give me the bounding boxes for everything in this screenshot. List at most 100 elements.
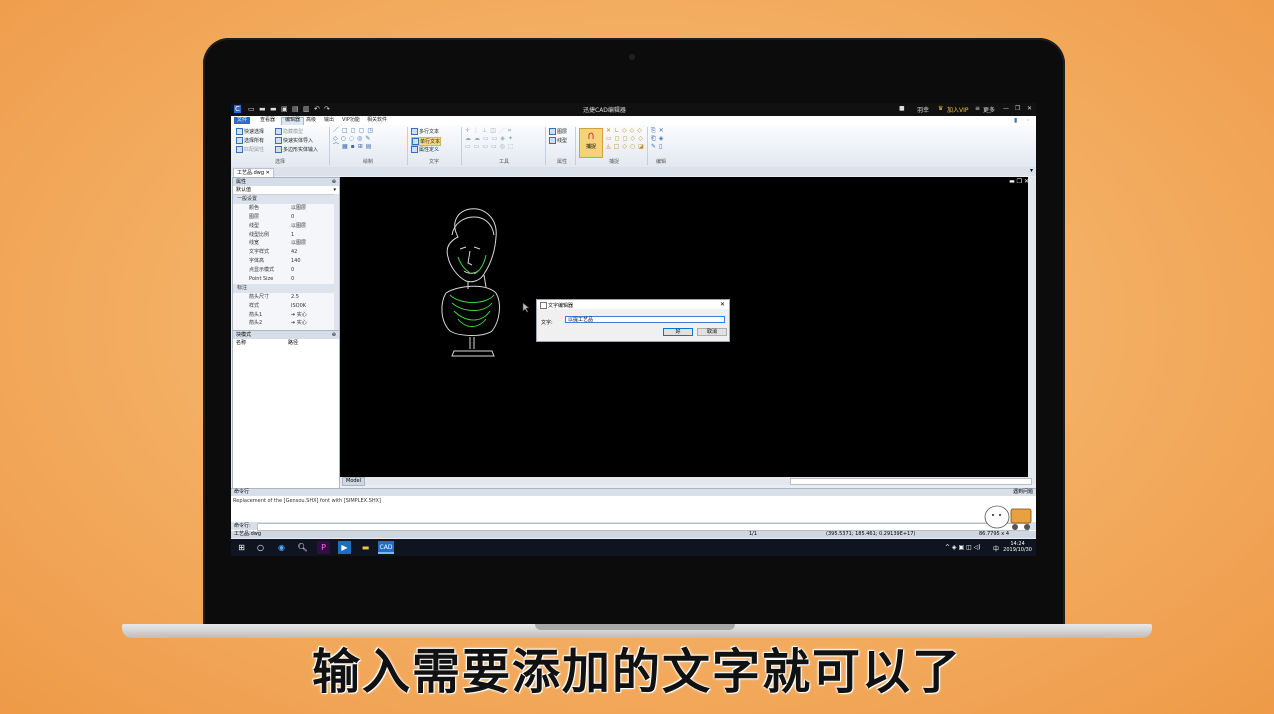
property-value[interactable]: ➔ 实心 [291,311,307,320]
clock[interactable]: 14:24 2019/10/30 [1003,541,1032,553]
search-app-icon[interactable]: 🔍︎ [296,541,309,554]
laptop-notch [535,624,735,630]
video-app-icon[interactable]: ▶ [338,541,351,554]
close-icon[interactable]: ✕ [1027,105,1032,112]
property-row[interactable]: 箭头尺寸 2.5 [233,293,339,302]
property-row[interactable]: 箭头1 ➔ 实心 [233,311,339,320]
property-value[interactable]: 140 [291,257,301,266]
property-value[interactable]: ➔ 实心 [291,319,307,328]
property-value[interactable]: 0 [291,266,294,275]
folder-icon[interactable]: ▬ [270,105,277,113]
menu-advanced[interactable]: 高级 [303,117,319,124]
tray-icons[interactable]: ^ ◈ ▣ ◫ ◁) [945,544,981,551]
linetype-button[interactable]: 线型 [549,137,567,144]
menu-viewer[interactable]: 查看器 [257,117,278,124]
help-icon[interactable]: ▮ [1014,117,1021,125]
more-button[interactable]: 更多 [983,105,995,114]
property-value[interactable]: ISO0K [291,302,306,311]
model-tab[interactable]: Model [342,477,366,486]
property-value[interactable]: 2.5 [291,293,299,302]
menu-icon[interactable]: ≡ [975,105,980,112]
column-path[interactable]: 路径 [288,339,298,347]
property-key: 线宽 [249,240,260,247]
layer-button[interactable]: 图层 [549,128,567,135]
new-file-icon[interactable]: ▭ [248,105,255,113]
property-row[interactable]: 线型比例 1 [233,231,339,240]
property-row[interactable]: Point Size 0 [233,275,339,284]
quick-select-button[interactable]: 快速选择 [236,128,264,135]
property-row[interactable]: 字体高 140 [233,257,339,266]
input-language[interactable]: 中 [993,544,999,553]
property-value[interactable]: 0 [291,275,294,284]
draw-tools-grid[interactable]: ／□◻▢◳ ◇○◌◎✎ ⌒▦▪⊞▤ [333,127,376,151]
menu-related-software[interactable]: 相关软件 [364,117,390,124]
select-all-button[interactable]: 选择所有 [236,137,264,144]
property-value[interactable]: 以图层 [291,239,306,248]
mtext-button[interactable]: 多行文本 [411,128,439,135]
properties-scrollbar[interactable] [334,194,339,330]
minimize-icon[interactable]: — [1003,105,1009,112]
user-name[interactable]: 羽幸 [917,105,929,114]
properties-selector[interactable]: 默认值 ▾ [233,186,339,195]
canvas-bottom-bar: Model [340,477,1032,486]
property-row[interactable]: 样式 ISO0K [233,302,339,311]
tools-grid[interactable]: ✛⋮⊥◫⋰⌗ ☁☁▭▭◈✦ ▭▭▭▭◎⬚ [465,127,517,151]
windows-start-icon[interactable]: ⊞ [235,541,248,554]
open-folder-icon[interactable]: ▬ [259,105,266,113]
canvas-horizontal-scrollbar[interactable] [790,478,1032,485]
document-tab[interactable]: 工艺品.dwg ✕ [233,168,274,177]
user-avatar-icon[interactable]: ■ [899,105,905,112]
print-icon[interactable]: ▥ [303,105,310,113]
property-row[interactable]: 颜色 以图层 [233,204,339,213]
property-value[interactable]: 1 [291,231,294,240]
save-icon[interactable]: ▣ [281,105,288,113]
menu-output[interactable]: 输出 [321,117,337,124]
attribute-define-button[interactable]: 属性定义 [411,146,439,153]
property-row[interactable]: 线型 以图层 [233,222,339,231]
property-row[interactable]: 点显示模式 0 [233,266,339,275]
capture-button[interactable]: ∩ 捕捉 [579,128,603,158]
search-icon[interactable]: ○ [254,541,267,554]
command-input[interactable] [257,523,1029,531]
join-vip-button[interactable]: 加入VIP [947,105,969,114]
snap-tools-grid[interactable]: ✕∟◇◇◇ ▭◻◻◇◇ ◬□◇○◪ [606,127,647,151]
polygon-entity-input-button[interactable]: 多边形实体输入 [275,146,318,153]
tab-dropdown-icon[interactable]: ▾ [1030,167,1033,174]
menu-file[interactable]: 文件 [234,117,251,124]
property-category[interactable]: 一般设置 [233,195,339,204]
column-name[interactable]: 名称 [236,339,246,347]
file-explorer-icon[interactable]: ▬ [359,541,372,554]
canvas-window-controls-icon[interactable]: ▬ ❐ ✕ [1009,178,1029,185]
property-category[interactable]: 标注 [233,283,339,293]
property-row[interactable]: 文字样式 42 [233,248,339,257]
edit-tools-grid[interactable]: ⎘✕ ⎗◈ ✎▯ [651,127,667,151]
single-line-text-button[interactable]: 单行文本 [411,137,442,146]
property-value[interactable]: 42 [291,248,297,257]
pin-icon[interactable]: ⊕ [332,178,336,186]
save-as-icon[interactable]: ▤ [292,105,299,113]
match-props-button[interactable]: 匹配属性 [236,146,264,153]
cad-app-taskbar-icon[interactable]: CAD [378,541,394,554]
ok-button[interactable]: 好 [663,328,693,336]
property-row[interactable]: 线宽 以图层 [233,239,339,248]
quick-entity-import-button[interactable]: 快速实体导入 [275,137,313,144]
cancel-button[interactable]: 取消 [697,328,727,336]
dialog-text-input[interactable]: 以提工艺品 [565,316,725,323]
settings-icon[interactable]: ◦ [1026,117,1033,125]
canvas-vertical-scrollbar[interactable] [1028,177,1036,484]
premiere-icon[interactable]: P [317,541,330,554]
property-value[interactable]: 以图层 [291,204,306,213]
property-value[interactable]: 以图层 [291,222,306,231]
undo-icon[interactable]: ↶ [314,105,321,113]
property-value[interactable]: 0 [291,213,294,222]
pin-icon[interactable]: ⊕ [332,331,336,339]
redo-icon[interactable]: ↷ [324,105,331,113]
property-row[interactable]: 箭头2 ➔ 实心 [233,319,339,328]
menu-vip[interactable]: VIP功能 [339,117,363,124]
browser-icon[interactable]: ◉ [275,541,288,554]
property-row[interactable]: 图层 0 [233,213,339,222]
restore-icon[interactable]: ❐ [1015,105,1020,112]
hide-model-button[interactable]: 隐藏模型 [275,128,303,135]
dialog-close-icon[interactable]: ✕ [720,301,725,308]
close-tab-icon[interactable]: ✕ [266,170,270,176]
